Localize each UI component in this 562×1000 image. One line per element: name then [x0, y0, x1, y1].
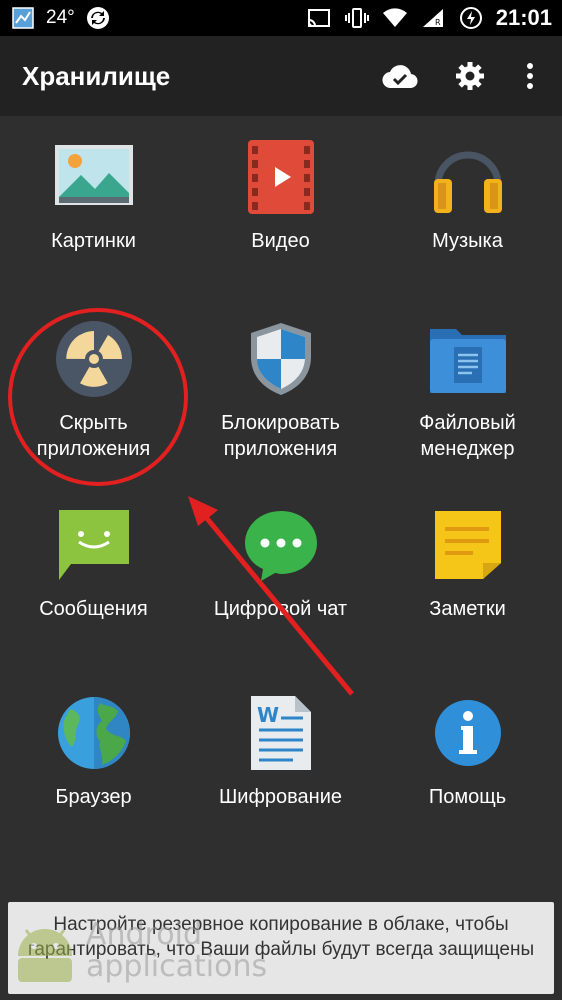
- wifi-icon: [382, 7, 408, 29]
- banner-text: Настройте резервное копирование в облаке…: [27, 914, 535, 960]
- tile-browser[interactable]: Браузер: [0, 688, 187, 810]
- tile-label: Скрыть приложения: [36, 412, 151, 460]
- tile-label: Картинки: [51, 230, 136, 252]
- tile-music[interactable]: Музыка: [374, 132, 561, 254]
- tile-label: Браузер: [55, 786, 132, 808]
- radiation-icon: [49, 314, 139, 404]
- sync-icon: [85, 7, 111, 29]
- tile-label: Сообщения: [39, 598, 148, 620]
- tile-messages[interactable]: Сообщения: [0, 500, 187, 622]
- vibrate-icon: [344, 7, 370, 29]
- tile-pictures[interactable]: Картинки: [0, 132, 187, 254]
- tile-label: Шифрование: [218, 786, 343, 808]
- word-document-icon: W: [236, 688, 326, 778]
- tile-help[interactable]: Помощь: [374, 688, 561, 810]
- temperature-text: 24°: [46, 7, 75, 28]
- tile-label: Помощь: [428, 786, 507, 808]
- shield-icon: [236, 314, 326, 404]
- page-title: Хранилище: [22, 60, 171, 91]
- feature-grid: Картинки Видео Музыка Скрыть приложения …: [0, 116, 562, 896]
- svg-text:W: W: [257, 703, 279, 727]
- tile-label: Цифровой чат: [213, 598, 348, 620]
- info-icon: [423, 688, 513, 778]
- weather-widget-icon: [10, 7, 36, 29]
- tile-notes[interactable]: Заметки: [374, 500, 561, 622]
- video-icon: [236, 132, 326, 222]
- signal-icon: R: [420, 7, 446, 29]
- app-toolbar: Хранилище: [0, 36, 562, 116]
- tile-label: Файловый менеджер: [419, 412, 516, 460]
- chat-bubble-icon: [236, 500, 326, 590]
- settings-button[interactable]: [450, 56, 490, 96]
- cast-icon: [306, 7, 332, 29]
- headphones-icon: [423, 132, 513, 222]
- tile-lock-apps[interactable]: Блокировать приложения: [187, 314, 374, 462]
- tile-label: Видео: [251, 230, 310, 252]
- sticky-note-icon: [423, 500, 513, 590]
- backup-banner[interactable]: Настройте резервное копирование в облаке…: [8, 902, 554, 994]
- pictures-icon: [49, 132, 139, 222]
- tile-label: Заметки: [429, 598, 506, 620]
- svg-text:R: R: [435, 18, 441, 27]
- cloud-backup-button[interactable]: [380, 56, 420, 96]
- overflow-menu-button[interactable]: [520, 56, 540, 96]
- gear-icon: [456, 62, 484, 90]
- sms-icon: [49, 500, 139, 590]
- tile-hide-apps[interactable]: Скрыть приложения: [0, 314, 187, 462]
- tile-video[interactable]: Видео: [187, 132, 374, 254]
- battery-saver-icon: [458, 7, 484, 29]
- tile-label: Блокировать приложения: [221, 412, 340, 460]
- tile-label: Музыка: [432, 230, 503, 252]
- globe-icon: [49, 688, 139, 778]
- more-vert-icon: [527, 63, 533, 89]
- tile-file-manager[interactable]: Файловый менеджер: [374, 314, 561, 462]
- cloud-check-icon: [382, 65, 418, 89]
- tile-digital-chat[interactable]: Цифровой чат: [187, 500, 374, 622]
- tile-encryption[interactable]: W Шифрование: [187, 688, 374, 810]
- clock-text: 21:01: [495, 5, 552, 30]
- status-bar: 24° R 21:01: [0, 0, 562, 36]
- folder-document-icon: [423, 314, 513, 404]
